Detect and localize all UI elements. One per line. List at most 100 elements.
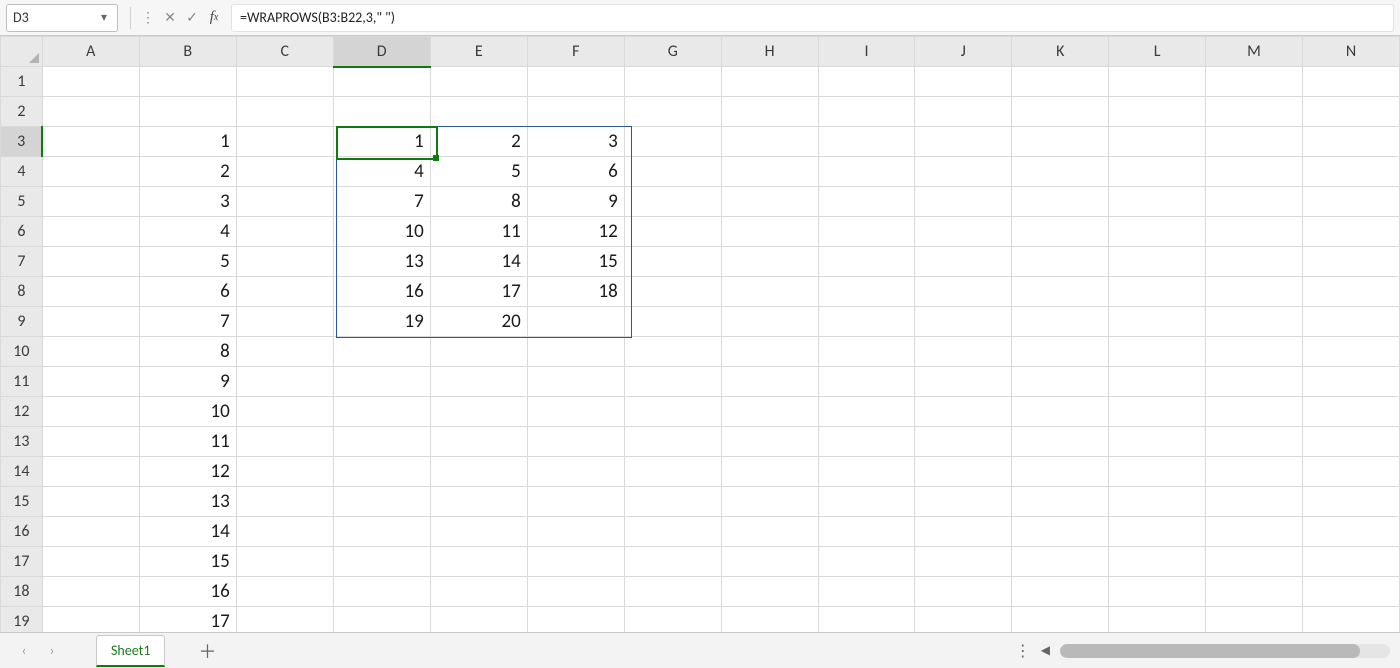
cell[interactable] [1109, 67, 1206, 97]
cell[interactable]: 3 [139, 187, 236, 217]
cell[interactable] [1012, 517, 1109, 547]
cell[interactable] [1109, 247, 1206, 277]
cell[interactable] [818, 577, 915, 607]
cell[interactable] [1303, 97, 1400, 127]
cell[interactable] [818, 127, 915, 157]
cell[interactable] [1303, 367, 1400, 397]
cell[interactable] [915, 547, 1012, 577]
cell[interactable] [624, 517, 721, 547]
cell[interactable] [333, 97, 430, 127]
cell[interactable]: 14 [430, 247, 527, 277]
cell[interactable] [915, 187, 1012, 217]
cell[interactable] [721, 97, 818, 127]
cell[interactable]: 2 [430, 127, 527, 157]
row-header[interactable]: 18 [1, 577, 43, 607]
cell[interactable] [527, 67, 624, 97]
cell[interactable] [818, 427, 915, 457]
cell[interactable] [721, 187, 818, 217]
cell[interactable] [1012, 67, 1109, 97]
cell[interactable] [1109, 127, 1206, 157]
cell[interactable] [1012, 607, 1109, 633]
cell[interactable] [818, 217, 915, 247]
cell[interactable] [1303, 577, 1400, 607]
chevron-down-icon[interactable]: ▾ [97, 10, 111, 25]
cell[interactable] [1206, 547, 1303, 577]
cell[interactable]: 5 [430, 157, 527, 187]
cell[interactable] [1303, 397, 1400, 427]
cell[interactable] [624, 97, 721, 127]
cell[interactable] [1012, 277, 1109, 307]
fx-icon[interactable]: fx [204, 8, 224, 28]
cell[interactable] [527, 367, 624, 397]
cell[interactable] [1109, 337, 1206, 367]
cell[interactable] [236, 547, 333, 577]
cell[interactable] [1303, 427, 1400, 457]
row-header[interactable]: 16 [1, 517, 43, 547]
cell[interactable] [1206, 67, 1303, 97]
cell[interactable] [236, 157, 333, 187]
cell[interactable]: 9 [527, 187, 624, 217]
cell[interactable] [333, 487, 430, 517]
cell[interactable] [915, 217, 1012, 247]
spreadsheet-grid[interactable]: ABCDEFGHIJKLMN12311234245653789641011127… [0, 36, 1400, 632]
cell[interactable] [1012, 397, 1109, 427]
row-header[interactable]: 12 [1, 397, 43, 427]
cell[interactable]: 12 [139, 457, 236, 487]
cell[interactable] [624, 547, 721, 577]
row-header[interactable]: 10 [1, 337, 43, 367]
cell[interactable] [818, 97, 915, 127]
cell[interactable] [915, 457, 1012, 487]
cell[interactable] [721, 307, 818, 337]
cell[interactable] [430, 547, 527, 577]
cell[interactable] [915, 517, 1012, 547]
cell[interactable] [1206, 487, 1303, 517]
cell[interactable]: 8 [139, 337, 236, 367]
cell[interactable] [1303, 247, 1400, 277]
cell[interactable] [527, 427, 624, 457]
cell[interactable] [236, 367, 333, 397]
cell[interactable] [42, 427, 139, 457]
row-header[interactable]: 17 [1, 547, 43, 577]
cell[interactable] [915, 427, 1012, 457]
cell[interactable] [333, 367, 430, 397]
cell[interactable] [1303, 277, 1400, 307]
cell[interactable] [915, 367, 1012, 397]
cell[interactable] [818, 367, 915, 397]
cell[interactable] [1206, 427, 1303, 457]
cell[interactable] [1303, 607, 1400, 633]
cell[interactable] [818, 607, 915, 633]
cell[interactable] [1012, 217, 1109, 247]
column-header[interactable]: A [42, 37, 139, 67]
cell[interactable] [42, 217, 139, 247]
cell[interactable] [1109, 427, 1206, 457]
cell[interactable] [915, 127, 1012, 157]
row-header[interactable]: 13 [1, 427, 43, 457]
cell[interactable]: 10 [333, 217, 430, 247]
row-header[interactable]: 9 [1, 307, 43, 337]
cell[interactable] [527, 607, 624, 633]
cell[interactable] [1303, 127, 1400, 157]
tab-next-icon[interactable]: › [38, 637, 66, 665]
cell[interactable] [624, 337, 721, 367]
cell[interactable] [624, 217, 721, 247]
cell[interactable] [42, 67, 139, 97]
cell[interactable] [721, 157, 818, 187]
cell[interactable] [1303, 517, 1400, 547]
cell[interactable] [430, 607, 527, 633]
formula-input[interactable]: =WRAPROWS(B3:B22,3," ") [231, 4, 1394, 32]
cell[interactable] [333, 607, 430, 633]
cell[interactable] [1303, 157, 1400, 187]
cell[interactable] [915, 97, 1012, 127]
cell[interactable] [527, 577, 624, 607]
column-header[interactable]: F [527, 37, 624, 67]
cell[interactable] [430, 397, 527, 427]
cell[interactable] [1109, 367, 1206, 397]
column-header[interactable]: J [915, 37, 1012, 67]
cell[interactable] [1206, 157, 1303, 187]
cell[interactable] [818, 157, 915, 187]
cell[interactable] [1109, 577, 1206, 607]
sheet-tab[interactable]: Sheet1 [96, 635, 165, 667]
cell[interactable] [818, 277, 915, 307]
cell[interactable] [1109, 187, 1206, 217]
cell[interactable] [527, 457, 624, 487]
